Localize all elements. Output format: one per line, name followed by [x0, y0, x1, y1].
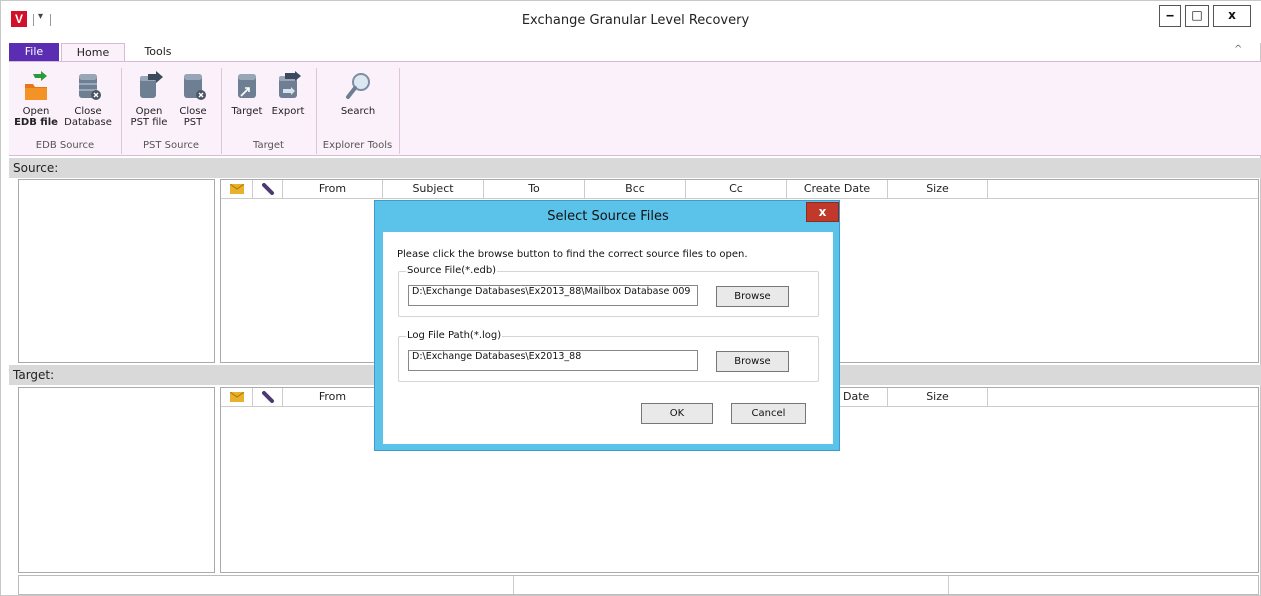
ribbon-separator [399, 68, 400, 154]
column-bcc[interactable]: Bcc [585, 180, 686, 199]
grid-header: From Subject To Bcc Cc Create Date Size [221, 180, 1258, 199]
pst-close-icon [184, 74, 206, 100]
window-title: Exchange Granular Level Recovery [521, 13, 750, 28]
log-file-legend: Log File Path(*.log) [406, 330, 503, 341]
column-from[interactable]: From [283, 180, 383, 199]
group-label-edb-source: EDB Source [35, 140, 95, 151]
group-label-pst-source: PST Source [142, 140, 199, 151]
group-label-explorer-tools: Explorer Tools [322, 140, 393, 151]
close-pst-label-1: Close [179, 106, 207, 117]
envelope-icon [229, 391, 244, 402]
ribbon: Open EDB file Close Database Open PST fi… [9, 61, 1261, 156]
app-window: V ▾ Exchange Granular Level Recovery ‒ □… [0, 0, 1261, 596]
column-mail-icon[interactable] [221, 388, 253, 407]
close-db-label-1: Close [74, 106, 102, 117]
column-create-date[interactable]: Create Date [787, 180, 888, 199]
paperclip-icon [261, 183, 274, 195]
source-tree-pane[interactable] [18, 179, 215, 363]
search-icon [346, 73, 370, 99]
export-label: Export [271, 106, 305, 117]
tab-tools[interactable]: Tools [131, 43, 185, 61]
close-button[interactable]: x [1213, 5, 1251, 27]
column-cc[interactable]: Cc [686, 180, 787, 199]
open-pst-label-1: Open [135, 106, 163, 117]
status-bar [18, 575, 1259, 595]
open-folder-icon [25, 71, 47, 100]
source-file-group: Source File(*.edb) D:\Exchange Databases… [398, 265, 819, 317]
column-attachment-icon[interactable] [253, 180, 283, 199]
close-pst-button[interactable]: Close PST [173, 70, 213, 128]
minimize-button[interactable]: ‒ [1159, 5, 1181, 27]
close-db-label-2: Database [64, 117, 112, 128]
export-icon [279, 71, 301, 98]
target-label: Target [231, 106, 263, 117]
close-pst-label-2: PST [183, 117, 203, 128]
open-pst-label-2: PST file [130, 117, 168, 128]
cancel-button[interactable]: Cancel [731, 403, 806, 424]
column-size[interactable]: Size [888, 180, 988, 199]
open-edb-label-1: Open [22, 106, 50, 117]
target-database-icon [238, 74, 256, 98]
source-file-legend: Source File(*.edb) [406, 265, 498, 276]
envelope-icon [229, 183, 244, 194]
select-source-files-dialog: Select Source Files x Please click the b… [374, 200, 840, 451]
log-file-group: Log File Path(*.log) D:\Exchange Databas… [398, 330, 819, 382]
log-file-path-input[interactable]: D:\Exchange Databases\Ex2013_88 [408, 350, 698, 371]
collapse-ribbon-icon[interactable]: ^ [1234, 44, 1242, 55]
column-size[interactable]: Size [888, 388, 988, 407]
database-close-icon [79, 74, 101, 100]
column-attachment-icon[interactable] [253, 388, 283, 407]
export-button[interactable]: Export [268, 70, 308, 117]
column-subject[interactable]: Subject [383, 180, 484, 199]
source-section-label: Source: [9, 158, 1261, 178]
maximize-button[interactable]: □ [1185, 5, 1209, 27]
search-label: Search [340, 106, 376, 117]
log-browse-button[interactable]: Browse [716, 351, 789, 372]
column-from[interactable]: From [283, 388, 383, 407]
close-database-button[interactable]: Close Database [63, 70, 113, 128]
source-file-path-input[interactable]: D:\Exchange Databases\Ex2013_88\Mailbox … [408, 285, 698, 306]
status-divider [513, 576, 514, 594]
ok-button[interactable]: OK [641, 403, 713, 424]
dialog-instruction: Please click the browse button to find t… [397, 249, 748, 260]
tab-file[interactable]: File [9, 43, 59, 61]
column-to[interactable]: To [484, 180, 585, 199]
open-pst-file-button[interactable]: Open PST file [129, 70, 169, 128]
search-button[interactable]: Search [335, 70, 381, 117]
dialog-title: Select Source Files [547, 209, 669, 224]
open-edb-label-2: EDB file [14, 117, 58, 128]
source-browse-button[interactable]: Browse [716, 286, 789, 307]
title-bar: V ▾ Exchange Granular Level Recovery [9, 1, 1261, 43]
tab-home[interactable]: Home [61, 43, 125, 62]
open-edb-file-button[interactable]: Open EDB file [13, 70, 59, 128]
paperclip-icon [261, 391, 274, 403]
group-label-target: Target [253, 140, 284, 151]
ribbon-tabs: File Home Tools [9, 43, 1261, 62]
dialog-close-button[interactable]: x [806, 202, 839, 222]
dialog-body: Please click the browse button to find t… [383, 232, 833, 444]
status-divider [948, 576, 949, 594]
open-pst-icon [140, 71, 163, 98]
column-mail-icon[interactable] [221, 180, 253, 199]
target-button[interactable]: Target [227, 70, 267, 117]
target-tree-pane[interactable] [18, 387, 215, 573]
